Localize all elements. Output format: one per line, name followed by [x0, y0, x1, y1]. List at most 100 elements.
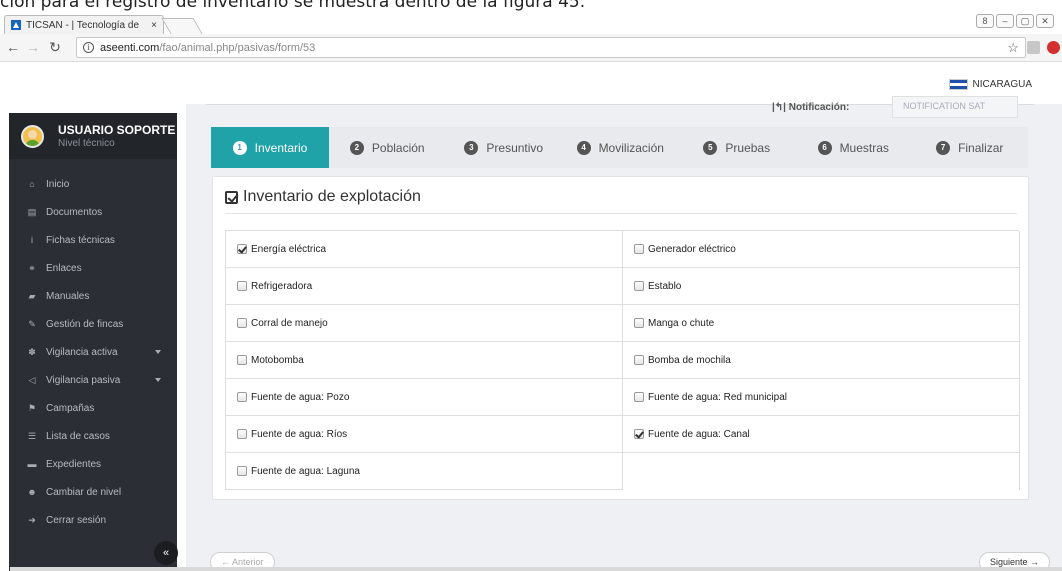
sidebar-item-home[interactable]: ⌂ Inicio: [9, 170, 177, 198]
site-favicon-icon: [11, 20, 21, 30]
sidebar-item-info[interactable]: i Fichas técnicas: [9, 226, 177, 254]
option-label: Fuente de agua: Ríos: [251, 428, 348, 440]
checkbox-checked[interactable]: [634, 429, 644, 439]
checkbox[interactable]: [237, 392, 247, 402]
sidebar-item-users[interactable]: ☻ Cambiar de nivel: [9, 478, 177, 506]
notification-field[interactable]: NOTIFICATION SAT: [892, 96, 1018, 118]
checkbox[interactable]: [634, 244, 644, 254]
inventory-option[interactable]: Fuente de agua: Canal: [623, 416, 1020, 453]
step-label: Muestras: [839, 140, 889, 155]
bullhorn-icon: ◁: [28, 374, 36, 385]
browser-tab[interactable]: TICSAN - | Tecnología de ×: [4, 15, 164, 34]
sidebar-item-flag[interactable]: ⚑ Campañas: [9, 394, 177, 422]
panel-divider: [225, 213, 1017, 214]
tab-step-3[interactable]: 3 Presuntivo: [446, 127, 563, 168]
bookmark-star-icon[interactable]: ☆: [1007, 40, 1019, 56]
empty-cell: [623, 453, 1020, 490]
sidebar-item-label: Lista de casos: [46, 430, 110, 442]
step-number-badge: 6: [817, 140, 832, 155]
sidebar-item-label: Vigilancia activa: [46, 346, 118, 358]
inventory-option[interactable]: Fuente de agua: Laguna: [226, 453, 623, 490]
checkbox[interactable]: [634, 355, 644, 365]
inventory-option[interactable]: Corral de manejo: [226, 305, 623, 342]
book-icon: ▰: [28, 290, 36, 301]
step-label: Población: [371, 140, 425, 155]
checkbox[interactable]: [237, 355, 247, 365]
tab-step-4[interactable]: 4 Movilización: [562, 127, 679, 168]
option-label: Establo: [648, 280, 682, 292]
inventory-option[interactable]: Bomba de mochila: [623, 342, 1020, 379]
checkbox-checked[interactable]: [237, 244, 247, 254]
sidebar-item-label: Inicio: [46, 178, 70, 190]
close-window-button[interactable]: ✕: [1036, 14, 1054, 28]
browser-tab-bar: TICSAN - | Tecnología de × 8 – ▢ ✕: [0, 12, 1062, 34]
sidebar-item-link[interactable]: ⚭ Enlaces: [9, 254, 177, 282]
wizard-steps: 1 Inventario 2 Población 3 Presuntivo 4 Moviliz…: [211, 127, 1028, 168]
url-path: /fao/animal.php/pasivas/form/53: [159, 41, 316, 54]
option-label: Fuente de agua: Laguna: [251, 465, 360, 477]
step-label: Inventario: [254, 140, 308, 155]
extension-red-icon[interactable]: [1047, 41, 1060, 54]
site-info-icon[interactable]: i: [83, 42, 94, 53]
sidebar-item-label: Gestión de fincas: [46, 318, 124, 330]
nicaragua-flag-icon: [948, 79, 968, 90]
step-number-badge: 5: [703, 140, 718, 155]
step-label: Presuntivo: [486, 140, 544, 155]
country-label: NICARAGUA: [972, 79, 1032, 90]
inventory-option[interactable]: Motobomba: [226, 342, 623, 379]
url-input[interactable]: i aseenti.com/fao/animal.php/pasivas/for…: [76, 37, 1026, 58]
sidebar-item-book[interactable]: ▰ Manuales: [9, 282, 177, 310]
check-square-icon: [225, 190, 238, 204]
list-icon: ☰: [27, 430, 37, 441]
tab-step-6[interactable]: 6 Muestras: [795, 127, 912, 168]
tab-step-5[interactable]: 5 Pruebas: [679, 127, 796, 168]
checkbox[interactable]: [634, 318, 644, 328]
back-arrow-icon[interactable]: ←: [4, 39, 22, 55]
sidebar-item-folder[interactable]: ▬ Expedientes: [9, 450, 177, 478]
checkbox[interactable]: [237, 318, 247, 328]
checkbox[interactable]: [237, 466, 247, 476]
new-tab-button[interactable]: [161, 18, 203, 34]
collapse-sidebar-button[interactable]: «: [154, 541, 178, 565]
inventory-option[interactable]: Refrigeradora: [226, 268, 623, 305]
option-label: Refrigeradora: [251, 280, 313, 292]
step-number-badge: 1: [232, 140, 247, 155]
inventory-option[interactable]: Fuente de agua: Pozo: [226, 379, 623, 416]
inventory-option[interactable]: Generador eléctrico: [623, 231, 1020, 268]
main-content: |↰| Notificación: NOTIFICATION SAT 1 Inve…: [186, 96, 1062, 571]
checkbox[interactable]: [634, 392, 644, 402]
horizontal-scrollbar[interactable]: [10, 567, 1062, 571]
tab-step-7[interactable]: 7 Finalizar: [912, 127, 1029, 168]
checkbox[interactable]: [634, 281, 644, 291]
sidebar-item-label: Cerrar sesión: [46, 514, 107, 526]
option-label: Generador eléctrico: [648, 243, 736, 255]
sidebar-item-bullhorn[interactable]: ◁ Vigilancia pasiva: [9, 366, 177, 394]
link-icon: ⚭: [28, 262, 36, 273]
extension-icon[interactable]: [1027, 41, 1040, 54]
profile-button[interactable]: 8: [976, 14, 994, 28]
maximize-button[interactable]: ▢: [1016, 14, 1034, 28]
country-selector[interactable]: NICARAGUA: [948, 79, 1032, 90]
reload-icon[interactable]: ↻: [46, 39, 64, 56]
minimize-button[interactable]: –: [996, 14, 1014, 28]
inventory-option[interactable]: Manga o chute: [623, 305, 1020, 342]
inventory-option[interactable]: Energía eléctrica: [226, 231, 623, 268]
inventory-option[interactable]: Fuente de agua: Red municipal: [623, 379, 1020, 416]
sidebar-item-paw[interactable]: ✽ Vigilancia activa: [9, 338, 177, 366]
tab-step-1[interactable]: 1 Inventario: [211, 127, 329, 168]
sidebar-item-sign-out[interactable]: ➜ Cerrar sesión: [9, 506, 177, 534]
sidebar-item-list[interactable]: ☰ Lista de casos: [9, 422, 177, 450]
sidebar-item-file[interactable]: ▤ Documentos: [9, 198, 177, 226]
tab-step-2[interactable]: 2 Población: [329, 127, 446, 168]
tab-close-icon[interactable]: ×: [151, 20, 157, 31]
chevron-down-icon: [155, 378, 161, 382]
inventory-option[interactable]: Establo: [623, 268, 1020, 305]
sidebar-item-edit[interactable]: ✎ Gestión de fincas: [9, 310, 177, 338]
paw-icon: ✽: [28, 346, 36, 357]
inventory-option[interactable]: Fuente de agua: Ríos: [226, 416, 623, 453]
forward-arrow-icon[interactable]: →: [24, 39, 42, 55]
sidebar-item-label: Expedientes: [46, 458, 102, 470]
checkbox[interactable]: [237, 429, 247, 439]
sidebar-item-label: Cambiar de nivel: [46, 486, 122, 498]
checkbox[interactable]: [237, 281, 247, 291]
